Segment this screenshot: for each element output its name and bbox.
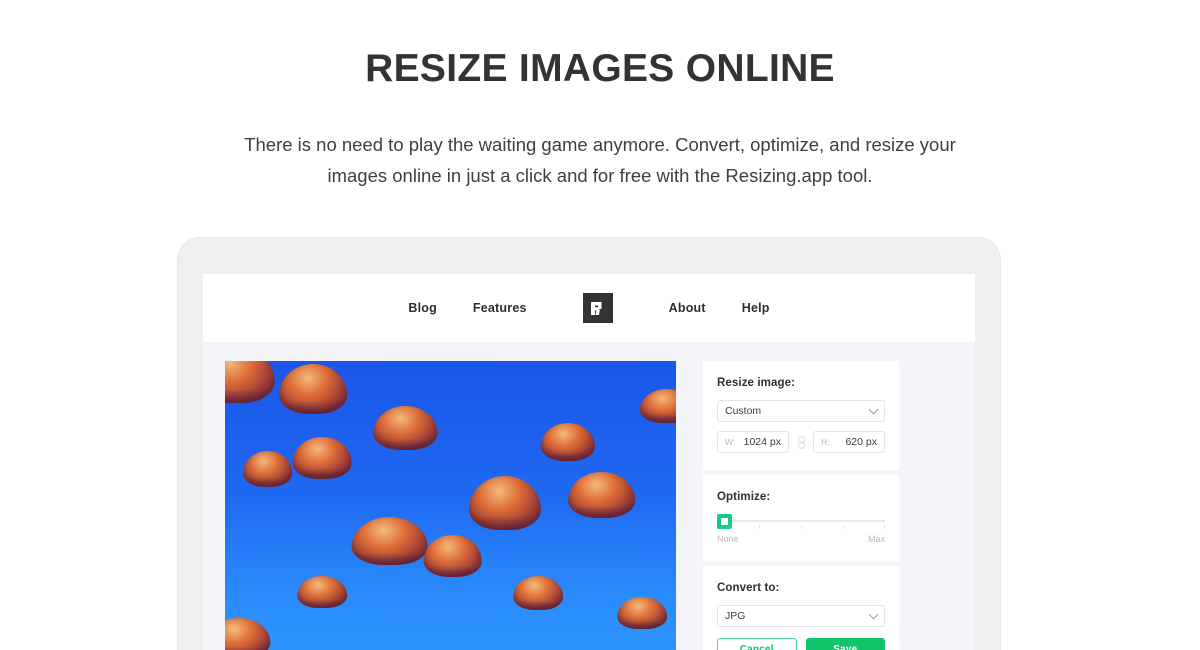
convert-to-label: Convert to:	[717, 582, 780, 594]
app-body: Resize image: Custom W: 1024 px H: 620 p…	[203, 342, 975, 650]
slider-min-label: None	[717, 534, 739, 544]
chevron-down-icon	[868, 404, 879, 414]
image-preview[interactable]	[225, 361, 676, 650]
width-label: W:	[725, 437, 736, 447]
format-select[interactable]: JPG	[717, 605, 885, 627]
nav-link-help[interactable]: Help	[724, 301, 788, 315]
action-buttons: Cancel Save	[717, 638, 885, 650]
save-button[interactable]: Save	[805, 638, 885, 650]
height-label: H:	[821, 437, 830, 447]
optimize-slider[interactable]	[717, 514, 885, 529]
slider-handle[interactable]	[717, 514, 732, 529]
resize-image-label: Resize image:	[717, 377, 795, 389]
slider-track	[717, 520, 885, 522]
site-navbar: Blog Features About Help	[203, 274, 975, 342]
nav-link-about[interactable]: About	[651, 301, 724, 315]
resize-preset-value: Custom	[725, 405, 762, 417]
slider-ticks	[717, 525, 885, 529]
optimize-card: Optimize: None Max	[703, 475, 899, 561]
height-value: 620 px	[845, 436, 877, 448]
width-value: 1024 px	[743, 436, 781, 448]
controls-panel: Resize image: Custom W: 1024 px H: 620 p…	[703, 361, 899, 650]
width-input[interactable]: W: 1024 px	[717, 431, 789, 453]
page-subtitle: There is no need to play the waiting gam…	[244, 133, 956, 186]
cancel-button[interactable]: Cancel	[717, 638, 797, 650]
format-value: JPG	[725, 610, 746, 622]
convert-to-card: Convert to: JPG Cancel Save	[703, 566, 899, 650]
page-title: RESIZE IMAGES ONLINE	[365, 47, 835, 90]
chevron-down-icon	[868, 609, 879, 619]
optimize-label: Optimize:	[717, 491, 771, 503]
tablet-mockup: Blog Features About Help Resize image: C…	[178, 238, 1000, 650]
slider-labels: None Max	[717, 534, 885, 544]
slider-max-label: Max	[867, 534, 885, 544]
height-input[interactable]: H: 620 px	[813, 431, 885, 453]
hero-section: RESIZE IMAGES ONLINE There is no need to…	[0, 0, 1200, 191]
resize-preset-select[interactable]: Custom	[717, 400, 885, 422]
nav-link-features[interactable]: Features	[455, 301, 545, 315]
aspect-ratio-link-icon[interactable]	[789, 435, 813, 449]
dimension-fields: W: 1024 px H: 620 px	[717, 431, 885, 453]
resize-image-card: Resize image: Custom W: 1024 px H: 620 p…	[703, 361, 899, 470]
resizing-app-logo-icon[interactable]	[582, 293, 613, 323]
tablet-screen: Blog Features About Help Resize image: C…	[203, 274, 975, 650]
nav-link-blog[interactable]: Blog	[390, 301, 455, 315]
